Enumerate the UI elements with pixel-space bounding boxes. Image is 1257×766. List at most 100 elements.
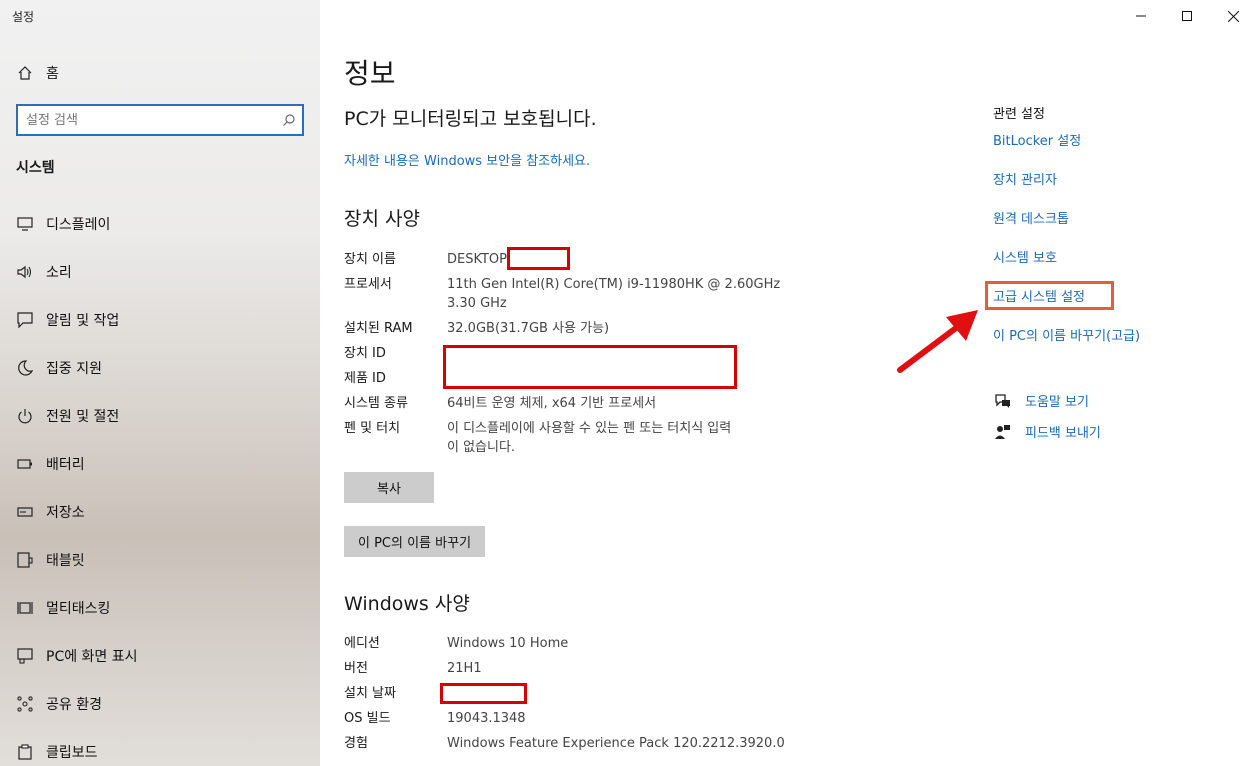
spec-value: 이 디스플레이에 사용할 수 있는 펜 또는 터치식 입력: [447, 421, 732, 436]
copy-button[interactable]: 복사: [344, 472, 434, 503]
sidebar-section-title: 시스템: [16, 160, 55, 176]
app-title: 설정: [12, 10, 35, 24]
system-protection-link[interactable]: 시스템 보호: [993, 247, 1057, 266]
moon-icon: [16, 359, 34, 377]
sidebar-item-label: 집중 지원: [46, 361, 102, 377]
feedback-person-icon: [993, 423, 1013, 441]
spec-key: 버전: [344, 661, 368, 676]
sidebar-item-label: 알림 및 작업: [46, 313, 120, 329]
search-icon[interactable]: [276, 106, 302, 134]
spec-row-edition: 에디션 Windows 10 Home: [344, 634, 864, 653]
storage-icon: [16, 503, 34, 521]
spec-key: 장치 이름: [344, 252, 396, 267]
redacted-install-date: [440, 683, 527, 704]
sidebar-item-notifications[interactable]: 알림 및 작업: [0, 296, 320, 344]
main-content: 정보 PC가 모니터링되고 보호됩니다. 자세한 내용은 Windows 보안을…: [320, 0, 960, 766]
home-icon: [16, 64, 34, 82]
spec-key: 펜 및 터치: [344, 421, 401, 436]
device-manager-link[interactable]: 장치 관리자: [993, 169, 1057, 188]
spec-value: Windows Feature Experience Pack 120.2212…: [447, 736, 785, 751]
sidebar-nav: 디스플레이 소리 알림 및 작업 집중 지원 전원 및 절전 배터리 저장소 태…: [0, 200, 320, 766]
tablet-icon: [16, 551, 34, 569]
spec-row-processor: 프로세서 11th Gen Intel(R) Core(TM) i9-11980…: [344, 275, 864, 313]
windows-security-link[interactable]: 자세한 내용은 Windows 보안을 참조하세요.: [344, 150, 590, 169]
sidebar-item-shared-experiences[interactable]: 공유 환경: [0, 680, 320, 728]
bitlocker-link[interactable]: BitLocker 설정: [993, 130, 1081, 149]
share-icon: [16, 695, 34, 713]
spec-key: OS 빌드: [344, 711, 391, 726]
remote-desktop-link[interactable]: 원격 데스크톱: [993, 208, 1069, 227]
clipboard-icon: [16, 743, 34, 761]
spec-row-os-build: OS 빌드 19043.1348: [344, 709, 864, 728]
search-box[interactable]: [16, 104, 304, 136]
spec-row-experience: 경험 Windows Feature Experience Pack 120.2…: [344, 734, 864, 753]
sidebar-item-label: 배터리: [46, 457, 85, 473]
rename-pc-advanced-link[interactable]: 이 PC의 이름 바꾸기(고급): [993, 325, 1140, 344]
power-icon: [16, 407, 34, 425]
sidebar-item-battery[interactable]: 배터리: [0, 440, 320, 488]
spec-key: 프로세서: [344, 277, 392, 292]
spec-key: 시스템 종류: [344, 396, 408, 411]
spec-row-install-date: 설치 날짜: [344, 684, 864, 703]
spec-row-version: 버전 21H1: [344, 659, 864, 678]
sidebar-item-project[interactable]: PC에 화면 표시: [0, 632, 320, 680]
sidebar-item-label: 공유 환경: [46, 697, 102, 713]
sidebar-item-focus-assist[interactable]: 집중 지원: [0, 344, 320, 392]
spec-key: 장치 ID: [344, 346, 386, 361]
get-help-link[interactable]: 도움말 보기: [993, 391, 1089, 410]
spec-value: DESKTOP: [447, 252, 508, 267]
device-spec-heading: 장치 사양: [344, 208, 420, 230]
sidebar-item-label: 멀티태스킹: [46, 601, 111, 617]
sidebar-item-label: 저장소: [46, 505, 85, 521]
spec-value: Windows 10 Home: [447, 636, 569, 651]
spec-value: 32.0GB(31.7GB 사용 가능): [447, 321, 610, 336]
sidebar-item-multitasking[interactable]: 멀티태스킹: [0, 584, 320, 632]
sidebar-item-clipboard[interactable]: 클립보드: [0, 728, 320, 766]
sidebar-item-storage[interactable]: 저장소: [0, 488, 320, 536]
sidebar-item-display[interactable]: 디스플레이: [0, 200, 320, 248]
sidebar-home[interactable]: 홈: [16, 61, 59, 85]
multitasking-icon: [16, 599, 34, 617]
spec-key: 설치 날짜: [344, 686, 396, 701]
spec-value: 11th Gen Intel(R) Core(TM) i9-11980HK @ …: [447, 277, 781, 292]
sidebar-item-label: 전원 및 절전: [46, 409, 120, 425]
page-title: 정보: [344, 57, 396, 90]
redacted-device-product-id: [443, 345, 737, 389]
related-settings-panel: 관련 설정 BitLocker 설정 장치 관리자 원격 데스크톱 시스템 보호…: [960, 0, 1257, 766]
spec-row-pen-touch: 펜 및 터치 이 디스플레이에 사용할 수 있는 펜 또는 터치식 입력 이 없…: [344, 419, 864, 457]
help-chat-icon: [993, 392, 1013, 410]
sidebar-item-power[interactable]: 전원 및 절전: [0, 392, 320, 440]
sidebar-item-label: 소리: [46, 265, 72, 281]
speaker-icon: [16, 263, 34, 281]
sidebar-item-label: 태블릿: [46, 553, 85, 569]
spec-key: 에디션: [344, 636, 380, 651]
spec-key: 설치된 RAM: [344, 321, 413, 336]
spec-value-group: 11th Gen Intel(R) Core(TM) i9-11980HK @ …: [447, 275, 787, 313]
spec-row-ram: 설치된 RAM 32.0GB(31.7GB 사용 가능): [344, 319, 864, 338]
spec-value: 19043.1348: [447, 711, 526, 726]
feedback-link[interactable]: 피드백 보내기: [993, 422, 1101, 441]
project-icon: [16, 647, 34, 665]
spec-value-cont: 3.30 GHz: [447, 296, 507, 311]
rename-pc-button[interactable]: 이 PC의 이름 바꾸기: [344, 526, 486, 557]
spec-value: 21H1: [447, 661, 482, 676]
windows-spec-heading: Windows 사양: [344, 593, 470, 615]
display-icon: [16, 215, 34, 233]
sidebar-item-label: 디스플레이: [46, 217, 111, 233]
advanced-system-settings-link[interactable]: 고급 시스템 설정: [993, 286, 1085, 305]
annotation-arrow-icon: [897, 310, 978, 373]
sidebar-item-tablet[interactable]: 태블릿: [0, 536, 320, 584]
spec-row-device-name: 장치 이름 DESKTOP: [344, 250, 864, 269]
feedback-label: 피드백 보내기: [1025, 426, 1101, 441]
redacted-device-name: [507, 247, 570, 270]
sidebar: 설정 홈 시스템 디스플레이 소리 알림 및 작업 집중 지원: [0, 0, 320, 766]
battery-icon: [16, 455, 34, 473]
sidebar-item-sound[interactable]: 소리: [0, 248, 320, 296]
spec-value-group: 이 디스플레이에 사용할 수 있는 펜 또는 터치식 입력 이 없습니다.: [447, 419, 787, 457]
spec-value: 64비트 운영 체제, x64 기반 프로세서: [447, 396, 657, 411]
spec-row-system-type: 시스템 종류 64비트 운영 체제, x64 기반 프로세서: [344, 394, 864, 413]
search-input[interactable]: [18, 106, 276, 134]
get-help-label: 도움말 보기: [1025, 395, 1089, 410]
sidebar-item-label: 클립보드: [46, 745, 98, 761]
sidebar-item-label: PC에 화면 표시: [46, 649, 138, 665]
